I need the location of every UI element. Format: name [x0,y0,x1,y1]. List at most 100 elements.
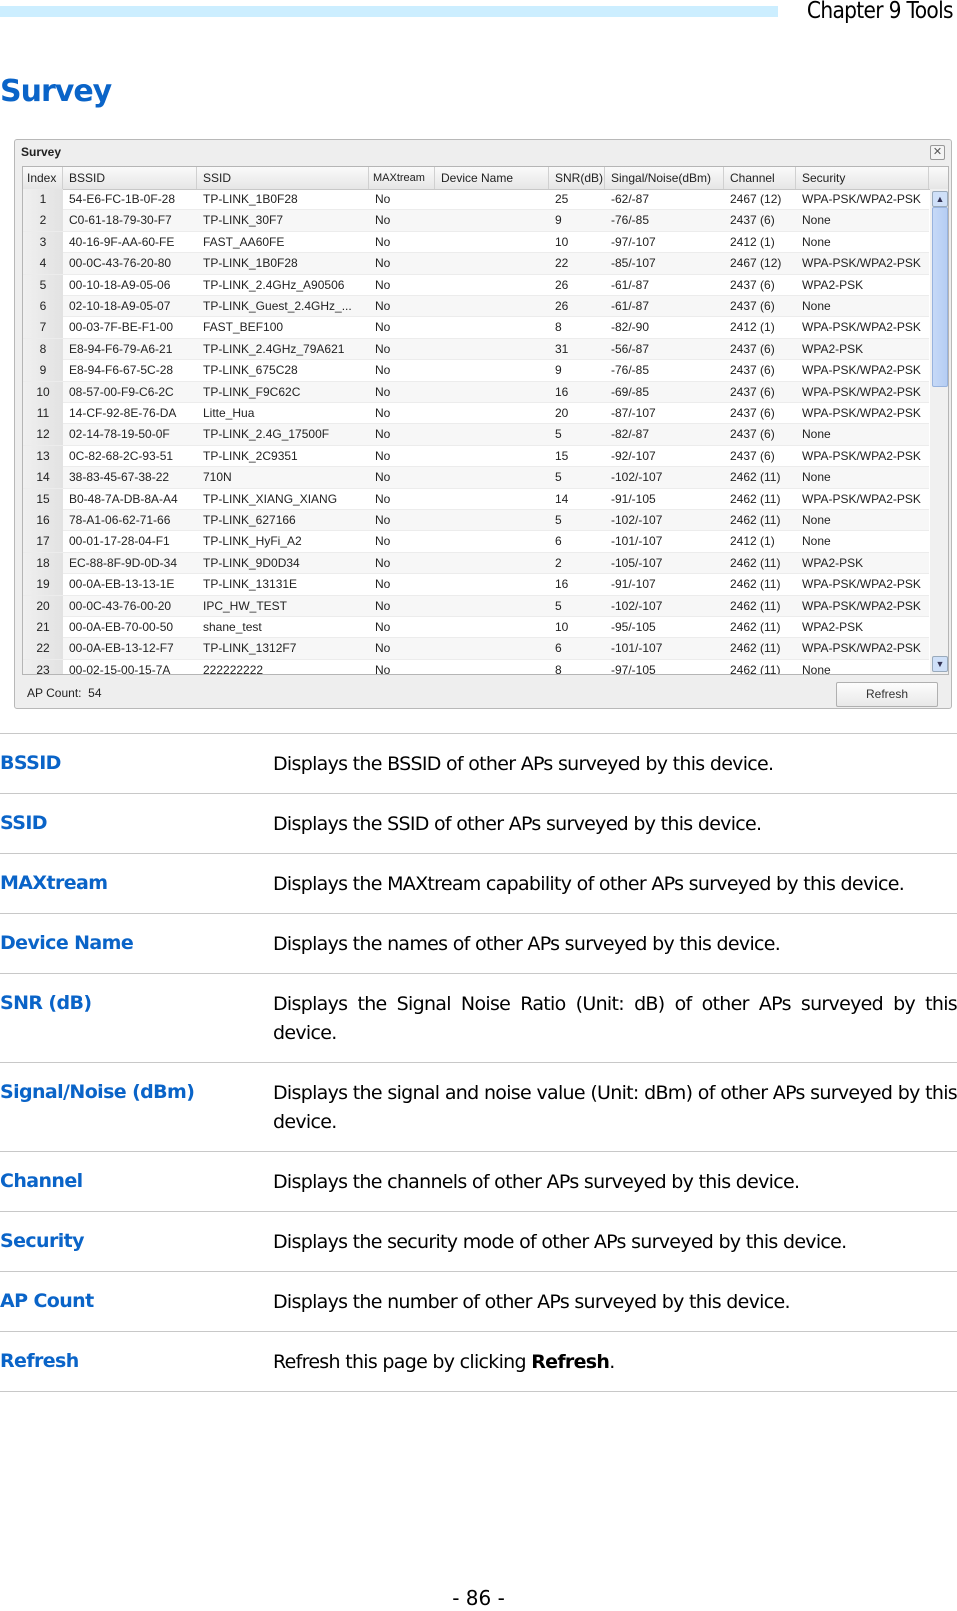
cell-signal-noise: -82/-87 [611,427,650,442]
vertical-scrollbar[interactable]: ▲ ▼ [930,189,948,674]
cell-maxtream: No [375,534,391,549]
cell-ssid: 710N [203,470,232,485]
definition-term: AP Count [0,1290,94,1312]
table-row[interactable]: 1 54-E6-FC-1B-0F-28 TP-LINK_1B0F28 No 25 -62/… [23,189,929,211]
definition-term: SNR (dB) [0,992,92,1014]
cell-security: None [802,234,831,249]
cell-signal-noise: -102/-107 [611,470,663,485]
cell-ssid: shane_test [203,620,262,634]
cell-snr: 22 [555,256,569,271]
cell-channel: 2462 (11) [730,662,781,675]
scroll-down-icon[interactable]: ▼ [932,656,948,672]
cell-maxtream: No [375,662,391,675]
table-row[interactable]: 10 08-57-00-F9-C6-2C TP-LINK_F9C62C No 16 -69… [23,381,929,403]
cell-security: None [802,427,831,442]
cell-channel: 2462 (11) [730,491,781,506]
cell-signal-noise: -69/-85 [611,384,650,399]
column-header-index[interactable]: Index [23,167,63,189]
cell-channel: 2462 (11) [730,641,781,656]
column-header-signal-noise[interactable]: Singal/Noise(dBm) [605,167,724,189]
cell-signal-noise: -105/-107 [611,555,663,570]
column-header-snr[interactable]: SNR(dB) [549,167,605,189]
refresh-button[interactable]: Refresh [836,682,938,707]
table-row[interactable]: 5 00-10-18-A9-05-06 TP-LINK_2.4GHz_A90506 N… [23,274,929,296]
cell-signal-noise: -97/-107 [611,234,656,249]
cell-maxtream: No [375,491,391,506]
table-row[interactable]: 18 EC-88-8F-9D-0D-34 TP-LINK_9D0D34 No 2 -105… [23,552,929,575]
table-row[interactable]: 12 02-14-78-19-50-0F TP-LINK_2.4G_17500F No… [23,424,929,446]
cell-index: 19 [23,574,63,596]
table-row[interactable]: 20 00-0C-43-76-00-20 IPC_HW_TEST No 5 -102/-1… [23,595,929,617]
cell-maxtream: No [375,448,391,463]
table-row[interactable]: 8 E8-94-F6-79-A6-21 TP-LINK_2.4GHz_79A621 N… [23,338,929,361]
cell-security: WPA2-PSK [802,341,864,356]
cell-signal-noise: -91/-107 [611,577,656,592]
cell-snr: 31 [555,341,569,356]
table-row[interactable]: 14 38-83-45-67-38-22 710N No 5 -102/-107 2462 … [23,467,929,489]
cell-bssid: 00-0A-EB-13-12-F7 [69,641,174,656]
cell-ssid: TP-LINK_9D0D34 [203,555,300,570]
scroll-thumb[interactable] [932,207,948,387]
column-header-bssid[interactable]: BSSID [63,167,197,189]
table-row[interactable]: 17 00-01-17-28-04-F1 TP-LINK_HyFi_A2 No 6 -10… [23,531,929,553]
table-row[interactable]: 16 78-A1-06-62-71-66 TP-LINK_627166 No 5 -102… [23,510,929,532]
cell-security: WPA-PSK/WPA2-PSK [802,577,921,592]
table-row[interactable]: 3 40-16-9F-AA-60-FE FAST_AA60FE No 10 -97/-10… [23,231,929,254]
cell-ssid: IPC_HW_TEST [203,598,288,613]
definition-row: BSSID Displays the BSSID of other APs sur… [0,733,957,793]
column-header-security[interactable]: Security [796,167,929,189]
cell-maxtream: No [375,470,391,485]
cell-snr: 20 [555,406,569,420]
table-row[interactable]: 7 00-03-7F-BE-F1-00 FAST_BEF100 No 8 -82/-90 2… [23,317,929,339]
table-row[interactable]: 15 B0-48-7A-DB-8A-A4 TP-LINK_XIANG_XIANG No… [23,488,929,510]
cell-index: 20 [23,595,63,617]
cell-index: 23 [23,659,63,674]
table-row[interactable]: 9 E8-94-F6-67-5C-28 TP-LINK_675C28 No 9 -76/-… [23,360,929,382]
table-row[interactable]: 23 00-02-15-00-15-7A 222222222 No 8 -97/-105 2… [23,659,929,675]
column-header-device-name[interactable]: Device Name [435,167,549,189]
column-header-channel[interactable]: Channel [724,167,796,189]
table-row[interactable]: 2 C0-61-18-79-30-F7 TP-LINK_30F7 No 9 -76/-85… [23,210,929,232]
cell-index: 18 [23,552,63,574]
table-row[interactable]: 22 00-0A-EB-13-12-F7 TP-LINK_1312F7 No 6 -101… [23,638,929,660]
table-row[interactable]: 11 14-CF-92-8E-76-DA Litte_Hua No 20 -87/-107… [23,403,929,425]
table-row[interactable]: 13 0C-82-68-2C-93-51 TP-LINK_2C9351 No 15 -92… [23,445,929,468]
cell-ssid: TP-LINK_13131E [203,577,298,592]
column-header-ssid[interactable]: SSID [197,167,369,189]
cell-signal-noise: -95/-105 [611,620,656,634]
cell-bssid: 78-A1-06-62-71-66 [69,513,171,527]
cell-security: WPA-PSK/WPA2-PSK [802,491,921,506]
description-text: Displays the names of other APs surveyed… [273,933,781,955]
table-row[interactable]: 6 02-10-18-A9-05-07 TP-LINK_Guest_2.4GHz_.… [23,296,929,318]
cell-security: None [802,513,831,527]
close-icon[interactable]: ✕ [930,145,945,160]
ap-count-label: AP Count: [27,686,82,700]
column-header-maxtream[interactable]: MAXtream [369,167,435,189]
cell-ssid: TP-LINK_1312F7 [203,641,297,656]
definition-description: Displays the SSID of other APs surveyed … [273,794,957,853]
definition-description: Displays the Signal Noise Ratio (Unit: d… [273,974,957,1062]
cell-channel: 2412 (1) [730,234,775,249]
cell-channel: 2437 (6) [730,448,775,463]
cell-maxtream: No [375,577,391,592]
definition-row: Security Displays the security mode of ot… [0,1211,957,1271]
table-row[interactable]: 19 00-0A-EB-13-13-1E TP-LINK_13131E No 16 -91… [23,574,929,596]
cell-channel: 2437 (6) [730,213,775,228]
table-row[interactable]: 21 00-0A-EB-70-00-50 shane_test No 10 -95/-10… [23,617,929,639]
cell-snr: 2 [555,555,562,570]
cell-maxtream: No [375,620,391,634]
cell-snr: 16 [555,384,569,399]
cell-security: None [802,534,831,549]
cell-bssid: 00-03-7F-BE-F1-00 [69,320,174,335]
definition-term: SSID [0,812,48,834]
scroll-up-icon[interactable]: ▲ [932,191,948,207]
definition-row: SSID Displays the SSID of other APs surve… [0,793,957,853]
table-row[interactable]: 4 00-0C-43-76-20-80 TP-LINK_1B0F28 No 22 -85/… [23,253,929,275]
cell-index: 4 [23,253,63,275]
cell-security: WPA-PSK/WPA2-PSK [802,363,921,378]
cell-snr: 16 [555,577,569,592]
cell-maxtream: No [375,277,391,292]
chapter-title: Chapter 9 Tools [807,0,954,24]
cell-maxtream: No [375,256,391,271]
description-text: Displays the Signal Noise Ratio (Unit: d… [273,993,957,1044]
